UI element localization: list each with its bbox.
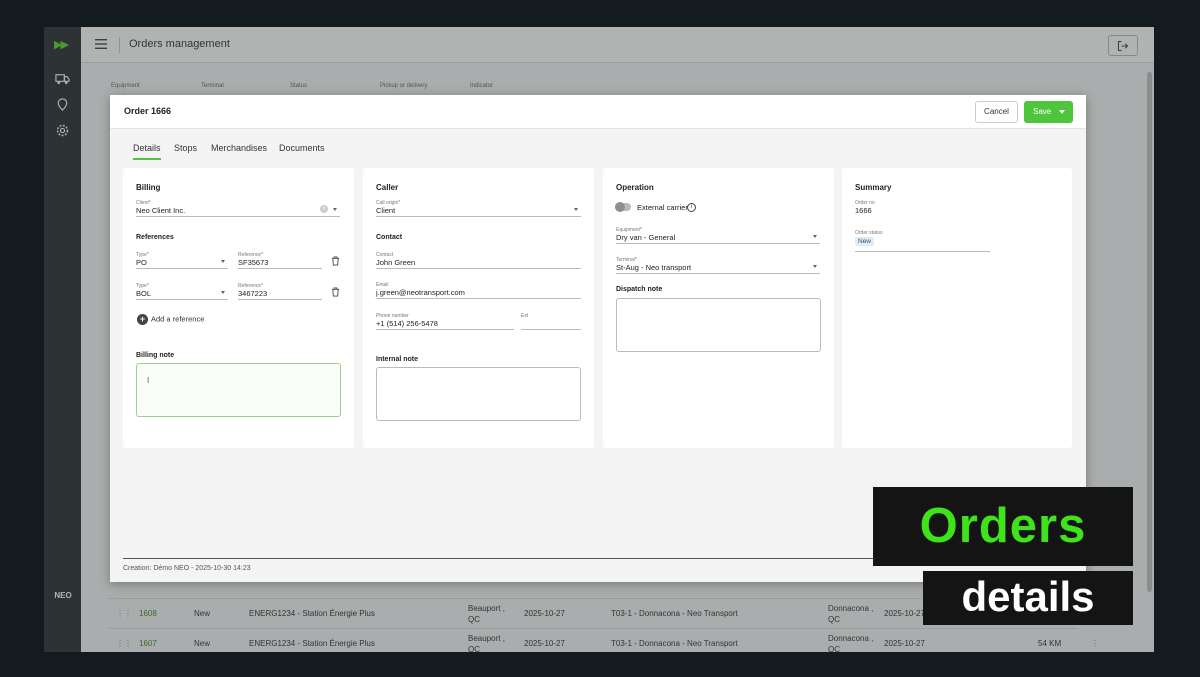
equipment-field[interactable]: Equipment* Dry van - General — [616, 227, 820, 244]
type-value: BOL — [136, 289, 152, 298]
chevron-down-icon[interactable] — [813, 235, 817, 238]
tab-merchandises[interactable]: Merchandises — [211, 143, 267, 158]
terminal-value: St-Aug - Neo transport — [616, 263, 692, 272]
caller-card: Caller Call origin* Client Contact Conta… — [363, 168, 594, 448]
billing-note-textarea[interactable]: I — [136, 363, 341, 417]
status-badge: New — [855, 237, 875, 246]
chevron-down-icon[interactable] — [221, 291, 225, 294]
billing-title: Billing — [136, 183, 161, 192]
chevron-down-icon[interactable] — [813, 265, 817, 268]
billing-note-title: Billing note — [136, 352, 175, 359]
external-carrier-label: External carrier — [637, 203, 688, 212]
save-button[interactable]: Save — [1024, 101, 1073, 123]
order-no-value: 1666 — [855, 206, 872, 215]
promo-title-details: details — [923, 571, 1133, 625]
ext-label: Ext — [521, 313, 529, 319]
order-status-label: Order status — [855, 230, 883, 236]
phone-field[interactable]: Phone number +1 (514) 256-5478 — [376, 313, 514, 330]
promo-title-orders: Orders — [873, 487, 1133, 566]
terminal-field[interactable]: Terminal* St-Aug - Neo transport — [616, 257, 820, 274]
client-value: Neo Client Inc. — [136, 206, 186, 215]
email-field[interactable]: Email j.green@neotransport.com — [376, 282, 581, 299]
trash-icon[interactable] — [331, 256, 340, 266]
tab-details[interactable]: Details — [133, 143, 161, 160]
equipment-value: Dry van - General — [616, 233, 676, 242]
dispatch-note-title: Dispatch note — [616, 286, 663, 293]
references-title: References — [136, 234, 174, 241]
order-no-field: Order no 1666 — [855, 200, 990, 217]
summary-title: Summary — [855, 183, 892, 192]
phone-value: +1 (514) 256-5478 — [376, 319, 438, 328]
type-value: PO — [136, 258, 147, 267]
modal-title: Order 1666 — [124, 106, 172, 116]
reference-value: SF35673 — [238, 258, 269, 267]
info-icon[interactable]: i — [687, 203, 696, 212]
add-reference-label: Add a reference — [151, 314, 205, 324]
reference-field[interactable]: Reference* 3467223 — [238, 283, 322, 300]
creation-info: Creation: Démo NEO - 2025-10-30 14:23 — [123, 565, 251, 572]
call-origin-value: Client — [376, 206, 396, 215]
internal-note-title: Internal note — [376, 356, 419, 363]
summary-card: Summary Order no 1666 Order status New — [842, 168, 1072, 448]
external-carrier-toggle[interactable] — [615, 202, 631, 212]
dispatch-note-textarea[interactable] — [616, 298, 821, 352]
chevron-down-icon[interactable] — [221, 260, 225, 263]
tab-documents[interactable]: Documents — [279, 143, 325, 158]
chevron-down-icon[interactable] — [333, 208, 337, 211]
add-reference-button[interactable]: + Add a reference — [137, 314, 204, 325]
reference-value: 3467223 — [238, 289, 268, 298]
email-value: j.green@neotransport.com — [376, 288, 465, 297]
clear-icon[interactable]: × — [320, 205, 328, 213]
tab-stops[interactable]: Stops — [174, 143, 197, 158]
reference-type-field[interactable]: Type* PO — [136, 252, 228, 269]
reference-field[interactable]: Reference* SF35673 — [238, 252, 322, 269]
contact-value: John Green — [376, 258, 416, 267]
chevron-down-icon[interactable] — [1059, 110, 1065, 114]
trash-icon[interactable] — [331, 287, 340, 297]
client-field[interactable]: Client* Neo Client Inc. × — [136, 200, 340, 217]
reference-type-field[interactable]: Type* BOL — [136, 283, 228, 300]
chevron-down-icon[interactable] — [574, 208, 578, 211]
caller-title: Caller — [376, 183, 399, 192]
operation-title: Operation — [616, 183, 654, 192]
text-cursor: I — [147, 376, 150, 385]
modal-header: Order 1666 Cancel Save — [110, 95, 1086, 129]
cancel-button[interactable]: Cancel — [975, 101, 1018, 123]
call-origin-field[interactable]: Call origin* Client — [376, 200, 581, 217]
contact-title: Contact — [376, 234, 403, 241]
order-status-field: Order status New — [855, 230, 990, 252]
internal-note-textarea[interactable] — [376, 367, 581, 421]
ext-field[interactable]: Ext — [521, 313, 581, 330]
billing-card: Billing Client* Neo Client Inc. × Refere… — [123, 168, 354, 448]
page-scrollbar[interactable] — [1147, 72, 1152, 592]
operation-card: Operation External carrier i Equipment* … — [603, 168, 834, 448]
modal-tabs: Details Stops Merchandises Documents — [110, 129, 1086, 165]
contact-field[interactable]: Contact John Green — [376, 252, 581, 269]
save-label: Save — [1033, 107, 1052, 116]
plus-icon: + — [137, 314, 148, 325]
